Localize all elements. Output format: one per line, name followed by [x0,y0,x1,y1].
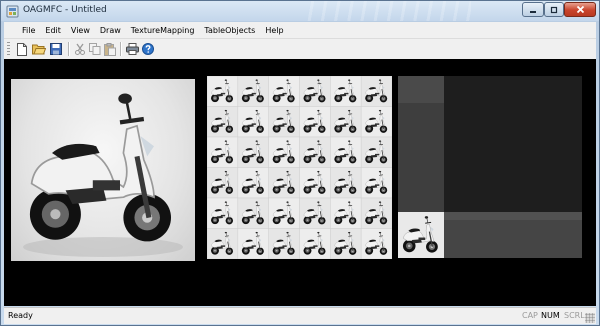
menu-draw[interactable]: Draw [95,26,126,35]
restore-icon [550,6,558,13]
scrl-indicator: SCRL [564,311,585,320]
scooter-tile [237,167,269,199]
menu-texture-mapping[interactable]: TextureMapping [126,26,200,35]
scooter-tile [330,167,362,199]
new-button[interactable] [14,41,30,57]
scooter-tile [330,228,362,259]
menu-view[interactable]: View [66,26,95,35]
clamp-edge-highlight [444,212,582,220]
toolbar [4,38,596,59]
paste-button[interactable] [102,41,118,57]
cut-icon [75,43,85,55]
scooter-image [23,79,183,257]
opengl-canvas[interactable] [4,59,596,306]
scooter-tile [360,228,392,259]
menu-table-objects[interactable]: TableObjects [199,26,260,35]
scooter-tile [237,197,269,229]
clamped-texture-panel [398,76,582,258]
print-icon [125,43,139,55]
close-icon [576,5,584,14]
scooter-tile [360,76,392,107]
scooter-tile [330,106,362,138]
toolbar-separator [68,42,70,56]
scooter-tile [299,228,331,259]
resize-grip[interactable] [585,313,595,323]
toolbar-grip[interactable] [7,42,10,56]
scooter-tile [299,167,331,199]
app-window: OAGMFC - Untitled File Edit View Draw Te… [0,0,600,326]
scooter-tile [330,136,362,168]
cap-indicator: CAP [522,311,538,320]
save-button[interactable] [48,41,64,57]
menu-file[interactable]: File [17,26,40,35]
scooter-tile [237,106,269,138]
title-bar[interactable]: OAGMFC - Untitled [1,1,599,21]
scooter-tile [207,76,239,107]
maximize-button[interactable] [544,2,564,17]
scooter-tile [330,76,362,107]
scooter-tile [237,228,269,259]
help-button[interactable] [140,41,156,57]
menu-edit[interactable]: Edit [40,26,66,35]
repeated-scooter-grid [207,76,392,259]
menu-bar: File Edit View Draw TextureMapping Table… [4,22,596,38]
scooter-tile [268,197,300,229]
scooter-tile [360,136,392,168]
single-texture-panel [11,79,195,261]
minimize-button[interactable] [522,2,544,17]
scooter-tile [299,197,331,229]
scooter-tile [360,197,392,229]
repeated-texture-panel [207,76,392,259]
minimize-icon [530,10,536,13]
scooter-tile [360,167,392,199]
clamped-scooter-tile [398,212,444,258]
status-text: Ready [8,311,33,320]
open-button[interactable] [31,41,47,57]
new-icon [17,42,27,56]
scooter-tile [268,167,300,199]
paste-icon [104,42,116,56]
open-icon [32,44,46,55]
cut-button[interactable] [72,41,88,57]
scooter-tile [268,136,300,168]
print-button[interactable] [124,41,140,57]
num-indicator: NUM [541,311,560,320]
copy-icon [89,43,101,55]
scooter-tile [237,136,269,168]
scooter-tile [299,136,331,168]
close-button[interactable] [564,2,596,17]
save-icon [50,43,62,55]
title-bar-decoration [301,1,471,21]
scooter-tile [268,76,300,107]
scooter-tile [360,106,392,138]
scooter-tile [207,197,239,229]
scooter-tile [207,167,239,199]
scooter-tile [268,228,300,259]
help-icon [142,43,154,55]
scooter-tile [268,106,300,138]
menu-help[interactable]: Help [260,26,288,35]
window-title: OAGMFC - Untitled [23,5,107,15]
scooter-tile [237,76,269,107]
scooter-tile [207,228,239,259]
clamp-edge-strip-top [398,76,444,103]
toolbar-separator-2 [120,42,122,56]
scooter-tile [207,106,239,138]
scooter-tile [330,197,362,229]
scooter-tile [299,76,331,107]
scooter-tile [299,106,331,138]
scooter-tile [207,136,239,168]
copy-button[interactable] [87,41,103,57]
app-icon[interactable] [6,5,19,18]
status-bar: Ready CAP NUM SCRL [4,307,596,324]
scooter-thumbnail [402,215,439,254]
